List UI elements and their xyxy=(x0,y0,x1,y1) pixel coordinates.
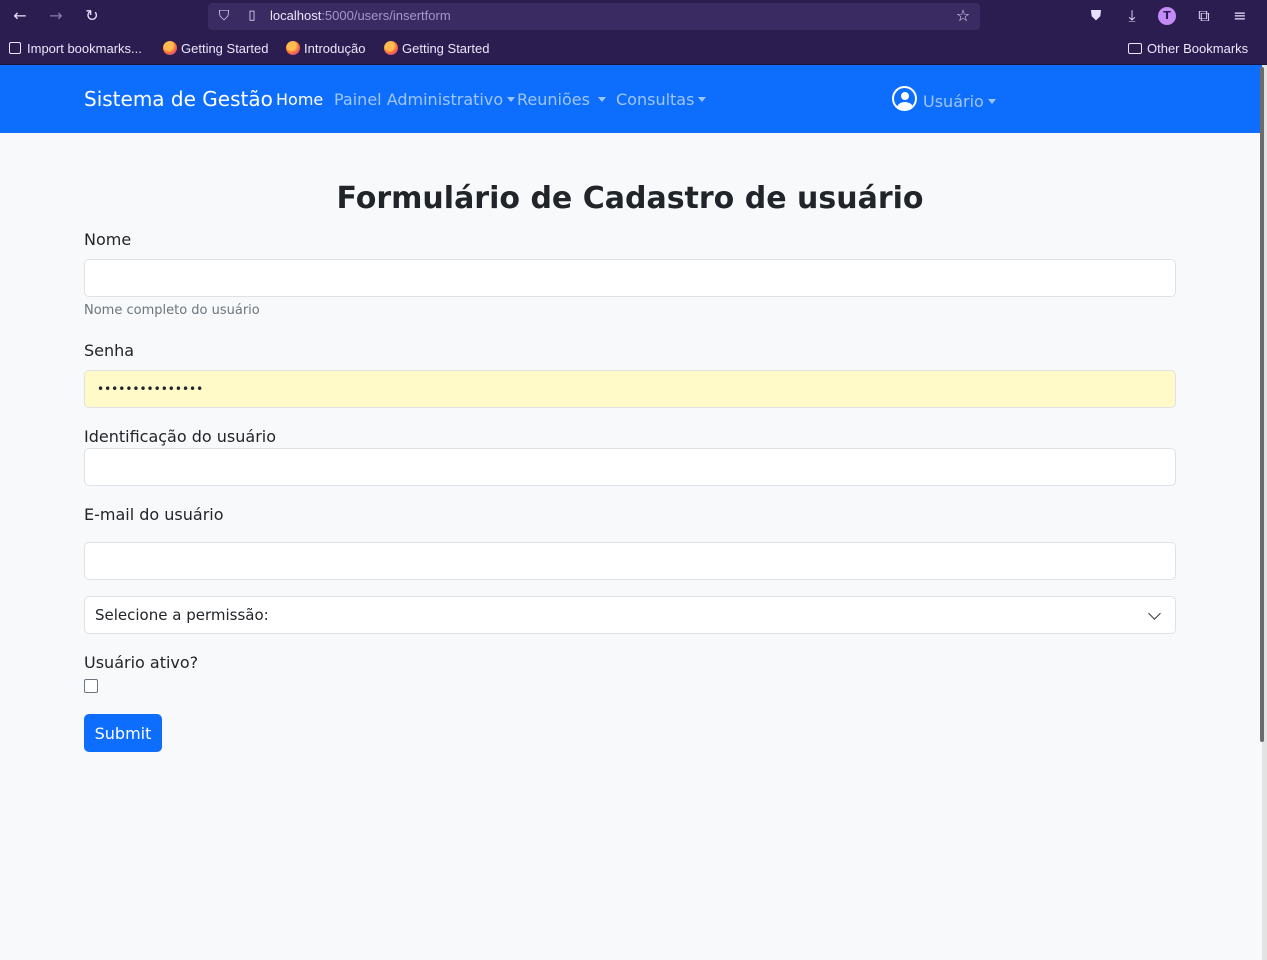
profile-avatar[interactable]: T xyxy=(1158,7,1176,25)
scrollbar-thumb[interactable] xyxy=(1260,67,1264,742)
bookmark-import[interactable]: Import bookmarks... xyxy=(9,41,142,56)
bookmark-getting-started-2[interactable]: Getting Started xyxy=(384,41,489,56)
address-bar[interactable]: ⛉ ▯ localhost:5000/users/insertform ☆ xyxy=(208,3,980,30)
page-title: Formulário de Cadastro de usuário xyxy=(336,181,924,216)
navbar-brand[interactable]: Sistema de Gestão xyxy=(84,87,273,111)
caret-down-icon xyxy=(987,99,996,104)
bookmarks-bar: Import bookmarks... Getting Started Intr… xyxy=(0,32,1267,65)
ativo-label: Usuário ativo? xyxy=(84,653,199,672)
senha-label: Senha xyxy=(84,341,135,360)
nav-reunioes[interactable]: Reuniões xyxy=(517,90,606,109)
caret-down-icon xyxy=(507,97,516,102)
back-icon[interactable]: ← xyxy=(10,6,30,26)
permissao-select-value: Selecione a permissão: xyxy=(95,606,269,624)
other-bookmarks[interactable]: Other Bookmarks xyxy=(1128,41,1248,56)
user-circle-icon[interactable] xyxy=(892,86,917,111)
senha-input[interactable]: ••••••••••••••• xyxy=(84,370,1176,408)
menu-icon[interactable]: ≡ xyxy=(1230,6,1250,26)
url-text[interactable]: localhost:5000/users/insertform xyxy=(270,8,451,23)
reload-icon[interactable]: ↻ xyxy=(82,6,102,26)
email-input[interactable] xyxy=(84,542,1176,580)
email-label: E-mail do usuário xyxy=(84,505,224,524)
submit-button[interactable]: Submit xyxy=(84,714,162,752)
bookmark-introducao[interactable]: Introdução xyxy=(286,41,365,56)
app-navbar: Sistema de Gestão Home Painel Administra… xyxy=(0,65,1262,133)
pocket-icon[interactable]: ⛊ xyxy=(1086,6,1106,26)
caret-down-icon xyxy=(597,97,606,102)
extensions-icon[interactable]: ⧉ xyxy=(1194,6,1214,26)
nav-home[interactable]: Home xyxy=(276,90,323,109)
bookmark-getting-started[interactable]: Getting Started xyxy=(163,41,268,56)
nav-consultas[interactable]: Consultas xyxy=(616,90,707,109)
forward-icon[interactable]: → xyxy=(46,6,66,26)
star-icon[interactable]: ☆ xyxy=(953,6,973,26)
folder-icon xyxy=(1128,43,1142,54)
download-icon[interactable]: ⤓ xyxy=(1122,6,1142,26)
import-icon xyxy=(9,42,21,54)
shield-icon[interactable]: ⛉ xyxy=(214,6,234,26)
nome-input[interactable] xyxy=(84,259,1176,297)
firefox-icon xyxy=(384,41,398,55)
page-icon: ▯ xyxy=(248,8,256,23)
nome-help-text: Nome completo do usuário xyxy=(84,303,260,318)
nome-label: Nome xyxy=(84,230,132,249)
nav-painel-administrativo[interactable]: Painel Administrativo xyxy=(334,90,516,109)
permissao-select[interactable]: Selecione a permissão: xyxy=(84,596,1176,634)
caret-down-icon xyxy=(698,97,707,102)
browser-toolbar: ← → ↻ ⛉ ▯ localhost:5000/users/insertfor… xyxy=(0,0,1267,32)
identificacao-input[interactable] xyxy=(84,448,1176,486)
chevron-down-icon xyxy=(1148,607,1161,620)
identificacao-label: Identificação do usuário xyxy=(84,427,276,446)
firefox-icon xyxy=(163,41,177,55)
nav-user-dropdown[interactable]: Usuário xyxy=(923,92,996,111)
firefox-icon xyxy=(286,41,300,55)
ativo-checkbox[interactable] xyxy=(84,679,98,693)
